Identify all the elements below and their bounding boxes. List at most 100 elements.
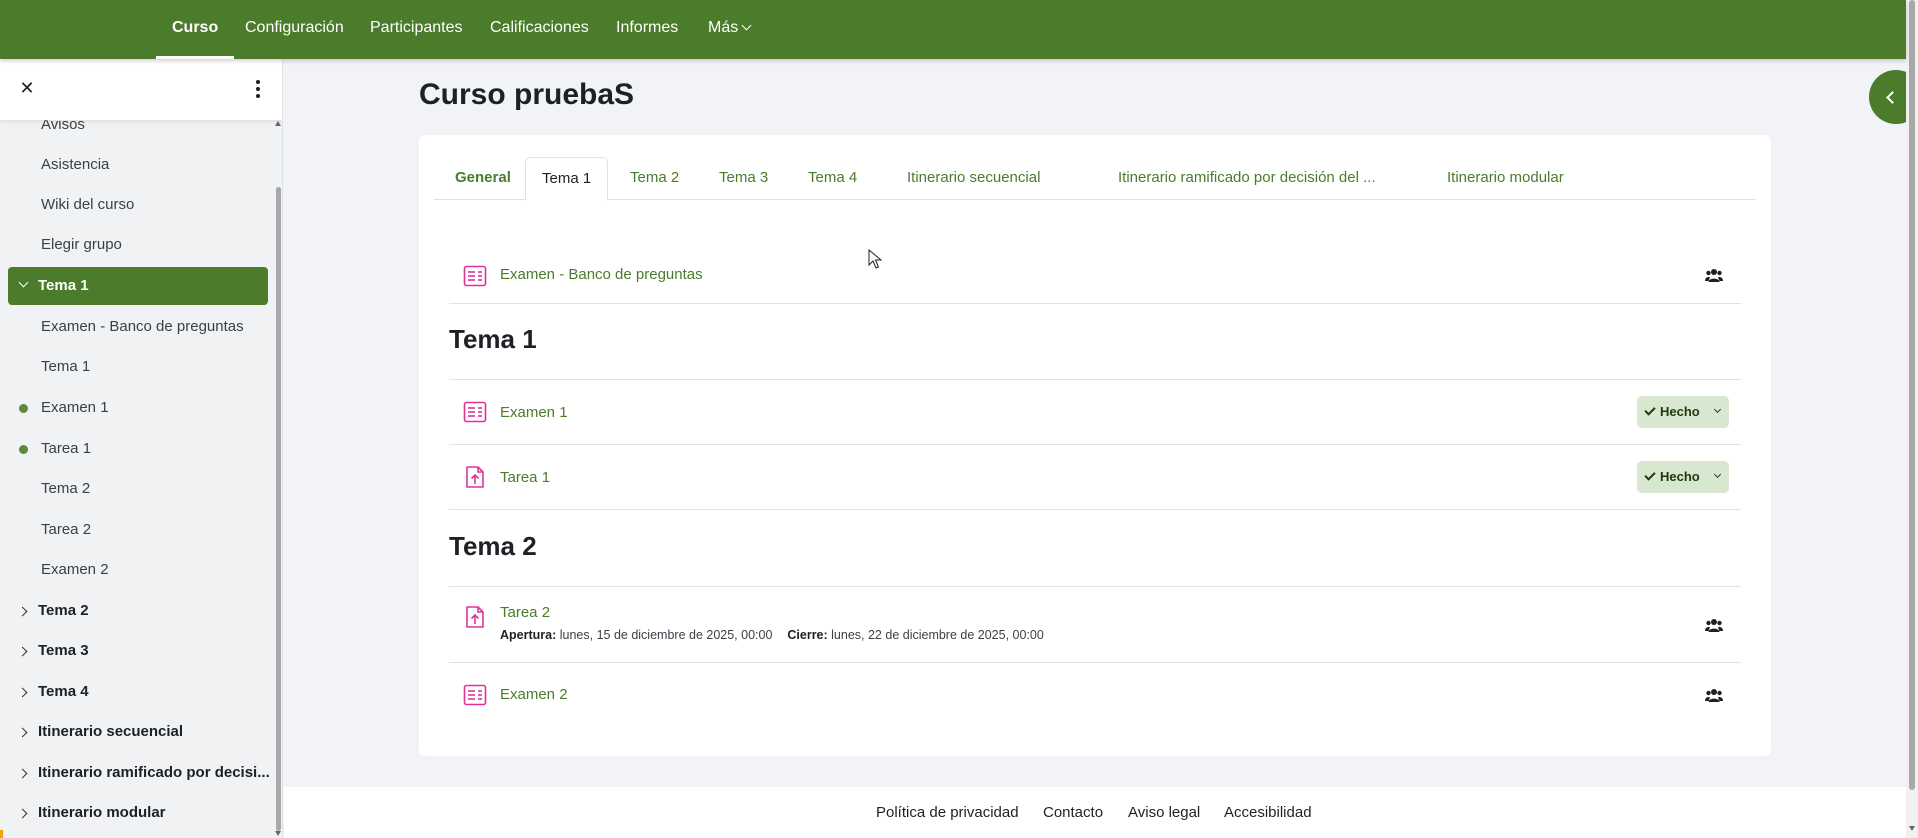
page-scrollbar-thumb[interactable] — [1909, 0, 1915, 790]
nav-participantes[interactable]: Participantes — [370, 0, 463, 59]
section-tabs: General Tema 1 Tema 2 Tema 3 Tema 4 Itin… — [434, 157, 1756, 201]
course-index-drawer: ✕ Avisos Asistencia Wiki del curso Elegi… — [0, 59, 283, 838]
index-item-asistencia[interactable]: Asistencia — [0, 146, 282, 184]
index-section-tema-1[interactable]: Tema 1 — [8, 267, 268, 305]
activity-link[interactable]: Examen 1 — [500, 404, 568, 421]
completion-label: Hecho — [1660, 404, 1700, 419]
group-icon — [1705, 269, 1723, 282]
index-section-tema-2[interactable]: Tema 2 — [0, 592, 282, 630]
completion-label: Hecho — [1660, 469, 1700, 484]
nav-curso[interactable]: Curso — [156, 0, 235, 59]
scroll-up-arrow-icon[interactable] — [275, 121, 281, 126]
nav-informes[interactable]: Informes — [616, 0, 678, 59]
index-item-tarea-1[interactable]: Tarea 1 — [0, 430, 282, 468]
scroll-down-arrow-icon[interactable] — [1909, 826, 1915, 831]
tab-tema-1[interactable]: Tema 1 — [525, 157, 609, 201]
index-section-label: Tema 4 — [38, 683, 89, 700]
tab-itinerario-modular[interactable]: Itinerario modular — [1447, 157, 1564, 200]
status-indicator — [0, 830, 3, 838]
index-section-label: Itinerario modular — [38, 804, 166, 821]
completion-done-button[interactable]: Hecho — [1637, 461, 1729, 493]
index-section-tema-4[interactable]: Tema 4 — [0, 673, 282, 711]
index-item-examen-banco[interactable]: Examen - Banco de preguntas — [0, 308, 282, 346]
activity-row: Tarea 1 Hecho — [449, 445, 1741, 510]
index-item-tarea-2[interactable]: Tarea 2 — [0, 511, 282, 549]
index-item-label: Wiki del curso — [41, 196, 135, 213]
open-date-value: lunes, 15 de diciembre de 2025, 00:00 — [559, 628, 773, 642]
index-item-label: Elegir grupo — [41, 236, 122, 253]
nav-calificaciones[interactable]: Calificaciones — [490, 0, 589, 59]
index-item-tema-1-label[interactable]: Tema 1 — [0, 348, 282, 386]
activity-link[interactable]: Examen 2 — [500, 686, 568, 703]
chevron-right-icon — [17, 646, 28, 657]
index-section-itinerario-modular[interactable]: Itinerario modular — [0, 794, 282, 832]
chevron-down-icon — [1713, 405, 1722, 414]
tab-tema-3[interactable]: Tema 3 — [719, 157, 768, 200]
chevron-down-icon — [741, 20, 752, 31]
chevron-down-icon — [18, 277, 29, 288]
drawer-scrollbar-thumb[interactable] — [276, 187, 281, 831]
section-title: Tema 1 — [449, 324, 537, 354]
footer-link-accesibilidad[interactable]: Accesibilidad — [1224, 804, 1312, 821]
activity-row: Tarea 2 Apertura: lunes, 15 de diciembre… — [449, 587, 1741, 663]
kebab-menu-icon[interactable] — [248, 77, 268, 101]
index-item-elegir-grupo[interactable]: Elegir grupo — [0, 226, 282, 264]
mouse-cursor-icon — [868, 249, 882, 269]
check-icon — [1644, 469, 1656, 481]
tab-general[interactable]: General — [455, 157, 511, 200]
page-footer: Política de privacidad Contacto Aviso le… — [284, 787, 1906, 838]
tab-itinerario-secuencial[interactable]: Itinerario secuencial — [907, 157, 1040, 200]
activity-row: Examen 1 Hecho — [449, 380, 1741, 445]
quiz-icon — [463, 265, 487, 287]
page-title: Curso pruebaS — [419, 78, 635, 111]
activity-link[interactable]: Examen - Banco de preguntas — [500, 266, 703, 283]
close-date-value: lunes, 22 de diciembre de 2025, 00:00 — [831, 628, 1044, 642]
completion-dot-icon — [19, 404, 28, 413]
section-title: Tema 2 — [449, 531, 537, 561]
quiz-icon — [463, 401, 487, 423]
index-item-tema-2-label[interactable]: Tema 2 — [0, 470, 282, 508]
course-content-card: General Tema 1 Tema 2 Tema 3 Tema 4 Itin… — [419, 135, 1771, 756]
nav-configuracion[interactable]: Configuración — [245, 0, 344, 59]
close-date-label: Cierre: — [787, 628, 828, 642]
nav-mas-label: Más — [708, 19, 739, 36]
index-section-label: Itinerario ramificado por decisi... — [38, 764, 270, 781]
quiz-icon — [463, 684, 487, 706]
group-icon — [1705, 619, 1723, 632]
index-item-examen-1[interactable]: Examen 1 — [0, 389, 282, 427]
scroll-down-arrow-icon[interactable] — [275, 831, 281, 836]
index-item-label: Tarea 1 — [41, 440, 92, 457]
assignment-upload-icon — [466, 606, 484, 628]
assignment-upload-icon — [466, 466, 484, 488]
index-section-itinerario-ramificado[interactable]: Itinerario ramificado por decisi... — [0, 754, 282, 792]
footer-link-privacidad[interactable]: Política de privacidad — [876, 804, 1019, 821]
tab-tema-4[interactable]: Tema 4 — [808, 157, 857, 200]
footer-link-contacto[interactable]: Contacto — [1043, 804, 1103, 821]
index-item-wiki[interactable]: Wiki del curso — [0, 186, 282, 224]
activity-link[interactable]: Tarea 1 — [500, 469, 550, 486]
activity-dates: Apertura: lunes, 15 de diciembre de 2025… — [500, 628, 1044, 642]
top-navbar: Curso Configuración Participantes Califi… — [0, 0, 1906, 59]
footer-link-aviso-legal[interactable]: Aviso legal — [1128, 804, 1200, 821]
page-scrollbar[interactable] — [1906, 0, 1918, 838]
open-date-label: Apertura: — [500, 628, 557, 642]
tab-tema-2[interactable]: Tema 2 — [630, 157, 679, 200]
index-item-label: Asistencia — [41, 156, 110, 173]
activity-row: Examen - Banco de preguntas — [449, 246, 1741, 304]
activity-link[interactable]: Tarea 2 — [500, 604, 550, 621]
tab-itinerario-ramificado[interactable]: Itinerario ramificado por decisión del .… — [1118, 157, 1376, 200]
completion-done-button[interactable]: Hecho — [1637, 396, 1729, 428]
index-item-label: Examen - Banco de preguntas — [41, 318, 244, 335]
index-section-tema-3[interactable]: Tema 3 — [0, 632, 282, 670]
nav-mas[interactable]: Más — [708, 0, 752, 59]
index-item-examen-2[interactable]: Examen 2 — [0, 551, 282, 589]
chevron-right-icon — [17, 687, 28, 698]
index-item-label: Tarea 2 — [41, 521, 92, 538]
index-section-itinerario-secuencial[interactable]: Itinerario secuencial — [0, 713, 282, 751]
index-item-label: Tema 1 — [41, 358, 91, 375]
index-section-label: Tema 3 — [38, 642, 89, 659]
close-icon[interactable]: ✕ — [18, 79, 36, 97]
chevron-down-icon — [1713, 470, 1722, 479]
chevron-left-icon — [1886, 91, 1899, 104]
chevron-right-icon — [17, 606, 28, 617]
